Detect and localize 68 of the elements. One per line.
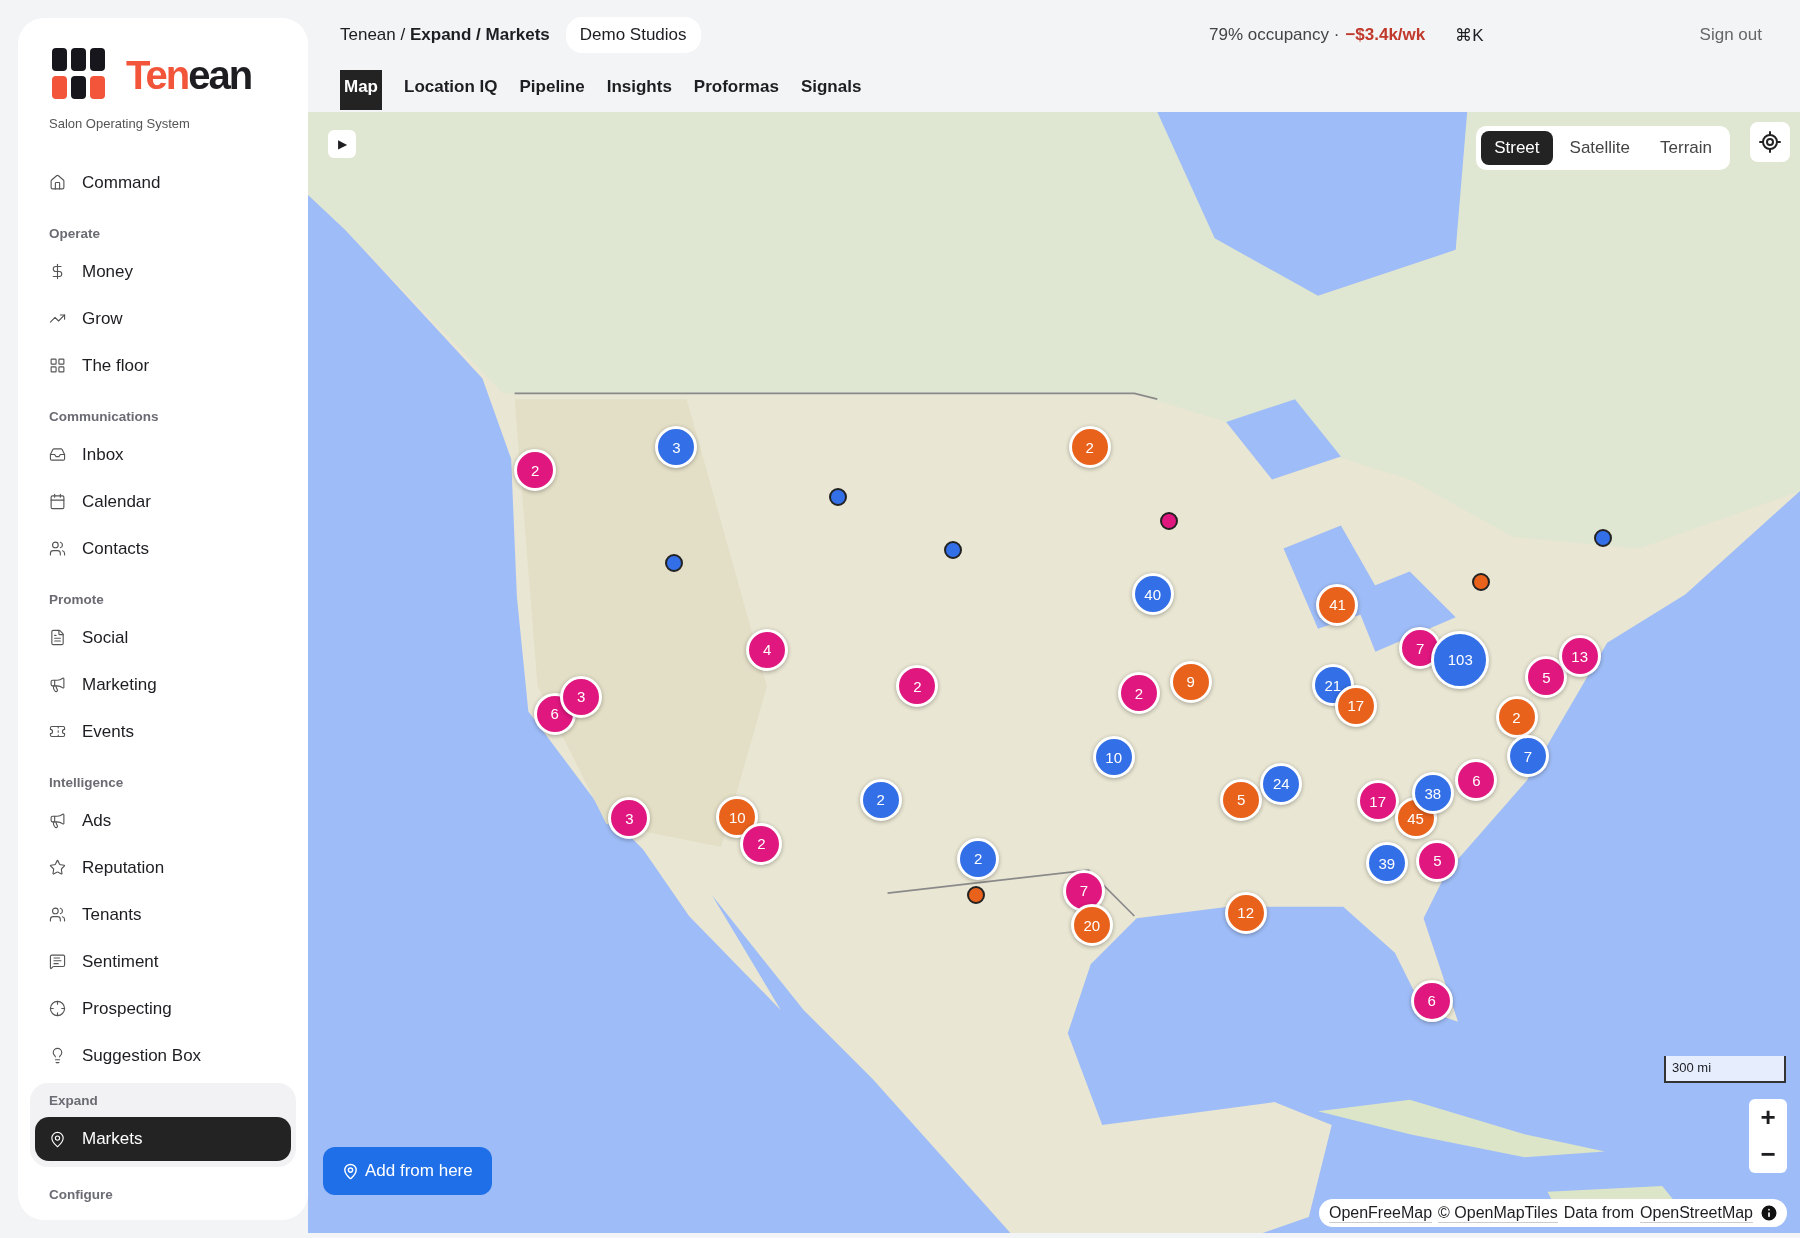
nav-heading: Promote bbox=[48, 592, 105, 609]
tab[interactable]: Pipeline bbox=[519, 70, 585, 110]
nav-item[interactable]: Grow bbox=[30, 295, 296, 342]
zoom-in-button[interactable]: + bbox=[1749, 1099, 1787, 1136]
tab[interactable]: Location IQ bbox=[404, 70, 498, 110]
star-icon bbox=[49, 859, 66, 876]
nav-item[interactable]: Ads bbox=[30, 797, 296, 844]
nav-item[interactable]: Social bbox=[30, 614, 296, 661]
map-style-option[interactable]: Satellite bbox=[1556, 131, 1644, 165]
tab[interactable]: Signals bbox=[800, 70, 862, 110]
nav-item[interactable]: Inbox bbox=[30, 431, 296, 478]
locate-button[interactable] bbox=[1750, 122, 1790, 162]
breadcrumb: Tenean / Expand / Markets bbox=[340, 25, 550, 45]
logo-wordmark: Tenean bbox=[126, 52, 252, 98]
tagline: Salon Operating System bbox=[48, 116, 191, 131]
nav-heading: Configure bbox=[48, 1187, 114, 1204]
inbox-icon bbox=[49, 446, 66, 463]
people-icon bbox=[49, 906, 66, 923]
map-style-option[interactable]: Terrain bbox=[1647, 131, 1725, 165]
document-icon bbox=[49, 629, 66, 646]
nav-heading: Intelligence bbox=[48, 775, 125, 792]
tab[interactable]: Insights bbox=[606, 70, 672, 110]
tab[interactable]: Map bbox=[340, 70, 382, 110]
nav-item[interactable]: Sentiment bbox=[30, 938, 296, 985]
scale-bar: 300 mi bbox=[1664, 1056, 1786, 1083]
tab[interactable]: Proformas bbox=[693, 70, 779, 110]
target-icon bbox=[49, 1000, 66, 1017]
nav-item[interactable]: Reputation bbox=[30, 844, 296, 891]
nav-item[interactable]: Command bbox=[30, 159, 296, 206]
nav-item[interactable]: Tenants bbox=[30, 891, 296, 938]
map-style-option[interactable]: Street bbox=[1481, 131, 1553, 165]
nav-item[interactable]: The floor bbox=[30, 342, 296, 389]
nav-heading: Communications bbox=[48, 409, 160, 426]
nav-heading: Operate bbox=[48, 226, 102, 243]
calendar-icon bbox=[49, 493, 66, 510]
nav-item[interactable]: Contacts bbox=[30, 525, 296, 572]
attribution-link[interactable]: OpenFreeMap bbox=[1328, 1203, 1433, 1223]
home-icon bbox=[49, 174, 66, 191]
sign-out-link[interactable]: Sign out bbox=[1499, 25, 1762, 45]
attribution-link[interactable]: © OpenMapTiles bbox=[1438, 1203, 1558, 1223]
locate-icon bbox=[1758, 130, 1782, 154]
pin-icon bbox=[342, 1162, 359, 1180]
megaphone-icon bbox=[49, 812, 66, 829]
nav-heading: Expand bbox=[48, 1092, 99, 1110]
nav-item[interactable]: Suggestion Box bbox=[30, 1032, 296, 1079]
attribution-text: Data from bbox=[1563, 1204, 1635, 1222]
play-button[interactable]: ▶ bbox=[328, 130, 356, 158]
shortcut-hint[interactable]: ⌘K bbox=[1455, 24, 1484, 46]
workspace-pill[interactable]: Demo Studios bbox=[565, 17, 701, 53]
nav-item[interactable]: Prospecting bbox=[30, 985, 296, 1032]
people-icon bbox=[49, 540, 66, 557]
attribution-link[interactable]: OpenStreetMap bbox=[1640, 1203, 1753, 1223]
pin-icon bbox=[49, 1130, 66, 1148]
nav-item[interactable]: Marketing bbox=[30, 661, 296, 708]
logo-icon bbox=[52, 48, 106, 102]
chat-chart-icon bbox=[49, 953, 66, 970]
revenue-delta: −$3.4k/wk bbox=[1345, 25, 1426, 45]
nav-item[interactable]: Events bbox=[30, 708, 296, 755]
nav-item[interactable]: Calendar bbox=[30, 478, 296, 525]
ticket-icon bbox=[49, 723, 66, 740]
zoom-out-button[interactable]: − bbox=[1749, 1136, 1787, 1173]
megaphone-icon bbox=[49, 676, 66, 693]
nav-item[interactable]: Money bbox=[30, 248, 296, 295]
occupancy-text: 79% occupancy · bbox=[1209, 25, 1340, 45]
nav-item[interactable]: Markets bbox=[35, 1117, 291, 1161]
add-from-here-button[interactable]: Add from here bbox=[323, 1147, 492, 1195]
grid-icon bbox=[49, 357, 66, 374]
info-icon[interactable] bbox=[1759, 1203, 1779, 1223]
